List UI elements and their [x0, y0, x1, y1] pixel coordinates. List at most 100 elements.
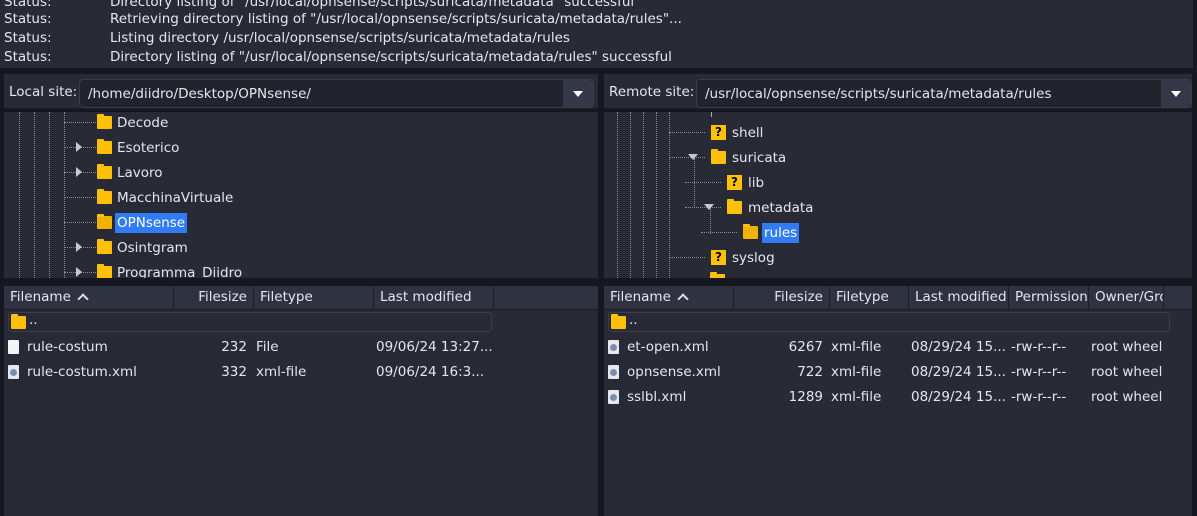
tree-item-label[interactable]: suricata [730, 148, 788, 168]
remote-file-list[interactable]: Filename Filesize Filetype Last modified… [604, 286, 1192, 516]
parent-directory-row[interactable]: .. [608, 312, 1170, 332]
column-permissions[interactable]: Permission [1009, 286, 1089, 310]
file-modified: 08/29/24 15... [911, 364, 1006, 380]
column-filename[interactable]: Filename [604, 286, 734, 310]
column-label: Filename [10, 289, 71, 305]
remote-directory-tree[interactable]: ? shell suricata? lib metadata rules ? syslog [604, 112, 1192, 278]
file-type: File [256, 339, 279, 355]
tree-item[interactable]: rules [604, 222, 1184, 244]
remote-path-combo[interactable]: /usr/local/opnsense/scripts/suricata/met… [696, 79, 1192, 108]
tree-item-label[interactable]: Programma_Diidro [115, 263, 244, 278]
column-last-modified[interactable]: Last modified [909, 286, 1009, 310]
tree-item[interactable]: suricata [604, 147, 1184, 169]
tree-item-label[interactable]: lib [746, 173, 766, 193]
tree-item-label[interactable]: OPNsense [115, 213, 188, 233]
tree-connector [64, 197, 96, 198]
parent-directory-row[interactable]: .. [8, 312, 492, 332]
tree-item-label[interactable]: syslog [730, 248, 777, 268]
tree-connector [669, 157, 705, 158]
tree-item-label[interactable]: MacchinaVirtuale [115, 188, 235, 208]
tree-item[interactable]: OPNsense [4, 212, 594, 234]
file-row[interactable]: sslbl.xml 1289 xml-file 08/29/24 15... -rw-r… [604, 385, 1192, 409]
collapse-arrow-icon[interactable] [704, 204, 714, 210]
tree-guide-line [710, 209, 711, 234]
open-folder-icon [97, 214, 112, 229]
file-name: rule-costum [27, 339, 108, 355]
local-file-list[interactable]: Filename Filesize Filetype Last modified… [4, 286, 598, 516]
folder-icon [727, 199, 742, 214]
collapse-arrow-icon[interactable] [688, 154, 698, 160]
log-label: Status: [4, 11, 52, 27]
remote-site-bar: Remote site: /usr/local/opnsense/scripts… [604, 74, 1192, 109]
file-owner: root wheel [1091, 389, 1163, 405]
column-filetype[interactable]: Filetype [254, 286, 374, 310]
column-owner-group[interactable]: Owner/Grou [1089, 286, 1164, 310]
log-label: Status: [4, 49, 52, 65]
expand-arrow-icon[interactable] [76, 142, 82, 152]
file-row[interactable]: opnsense.xml 722 xml-file 08/29/24 15... -rw… [604, 360, 1192, 384]
tree-item[interactable]: Esoterico [4, 137, 594, 159]
tree-item-label[interactable]: shell [730, 123, 765, 143]
local-site-label: Local site: [9, 84, 78, 100]
local-list-header: Filename Filesize Filetype Last modified [4, 286, 598, 310]
tree-item[interactable]: Lavoro [4, 162, 594, 184]
tree-connector [64, 122, 96, 123]
column-label: Filename [610, 289, 671, 305]
tree-item[interactable]: Osintgram [4, 237, 594, 259]
folder-icon [97, 114, 112, 129]
file-type: xml-file [831, 364, 882, 380]
local-directory-tree[interactable]: Decode Esoterico Lavoro MacchinaVirtuale OPN… [4, 112, 598, 278]
tree-item[interactable]: metadata [604, 197, 1184, 219]
folder-icon [97, 264, 112, 278]
file-row[interactable]: rule-costum 232 File 09/06/24 13:27... [4, 335, 598, 359]
folder-icon [11, 314, 26, 329]
folder-icon [711, 149, 726, 164]
remote-path-value[interactable]: /usr/local/opnsense/scripts/suricata/met… [705, 86, 1052, 102]
column-filesize[interactable]: Filesize [174, 286, 254, 310]
tree-item[interactable]: ? lib [604, 172, 1184, 194]
sort-ascending-icon [677, 293, 689, 305]
folder-icon [710, 272, 725, 278]
tree-item[interactable]: Programma_Diidro [4, 262, 594, 278]
tree-item[interactable]: Decode [4, 112, 594, 134]
folder-icon [97, 164, 112, 179]
file-size: 722 [797, 364, 823, 380]
message-log: Status: Directory listing of "/usr/local/… [0, 0, 1193, 68]
tree-item-label[interactable]: Decode [115, 113, 170, 133]
expand-arrow-icon[interactable] [76, 167, 82, 177]
expand-arrow-icon[interactable] [76, 242, 82, 252]
folder-icon [97, 189, 112, 204]
chevron-down-icon[interactable] [563, 80, 593, 107]
file-row[interactable]: et-open.xml 6267 xml-file 08/29/24 15... -rw… [604, 335, 1192, 359]
folder-icon [611, 314, 626, 329]
tree-connector [685, 207, 721, 208]
file-modified: 08/29/24 15... [911, 389, 1006, 405]
tree-connector [669, 132, 705, 133]
expand-arrow-icon[interactable] [76, 267, 82, 277]
tree-item-label[interactable]: Osintgram [115, 238, 190, 258]
tree-item[interactable]: ? syslog [604, 247, 1184, 269]
tree-item[interactable]: MacchinaVirtuale [4, 187, 594, 209]
column-filename[interactable]: Filename [4, 286, 174, 310]
chevron-down-icon[interactable] [1161, 80, 1191, 107]
file-row[interactable]: rule-costum.xml 332 xml-file 09/06/24 16:3.… [4, 360, 598, 384]
folder-icon [97, 239, 112, 254]
column-last-modified[interactable]: Last modified [374, 286, 494, 310]
column-filetype[interactable]: Filetype [830, 286, 909, 310]
local-path-value[interactable]: /home/diidro/Desktop/OPNsense/ [88, 86, 311, 102]
log-row: Status: Listing directory /usr/local/opns… [4, 29, 570, 48]
tree-item[interactable]: ? shell [604, 122, 1184, 144]
tree-item-label[interactable]: Lavoro [115, 163, 165, 183]
unknown-folder-icon: ? [711, 125, 726, 140]
local-path-combo[interactable]: /home/diidro/Desktop/OPNsense/ [79, 79, 594, 108]
file-name: sslbl.xml [627, 389, 687, 405]
file-name: opnsense.xml [627, 364, 721, 380]
unknown-folder-icon: ? [727, 175, 742, 190]
tree-item-label[interactable]: metadata [746, 198, 815, 218]
tree-item-label[interactable]: Esoterico [115, 138, 181, 158]
tree-connector [685, 182, 721, 183]
log-message: Directory listing of "/usr/local/opnsens… [110, 0, 635, 10]
tree-item-label[interactable]: rules [762, 223, 800, 243]
column-filesize[interactable]: Filesize [734, 286, 830, 310]
tree-connector [669, 257, 705, 258]
